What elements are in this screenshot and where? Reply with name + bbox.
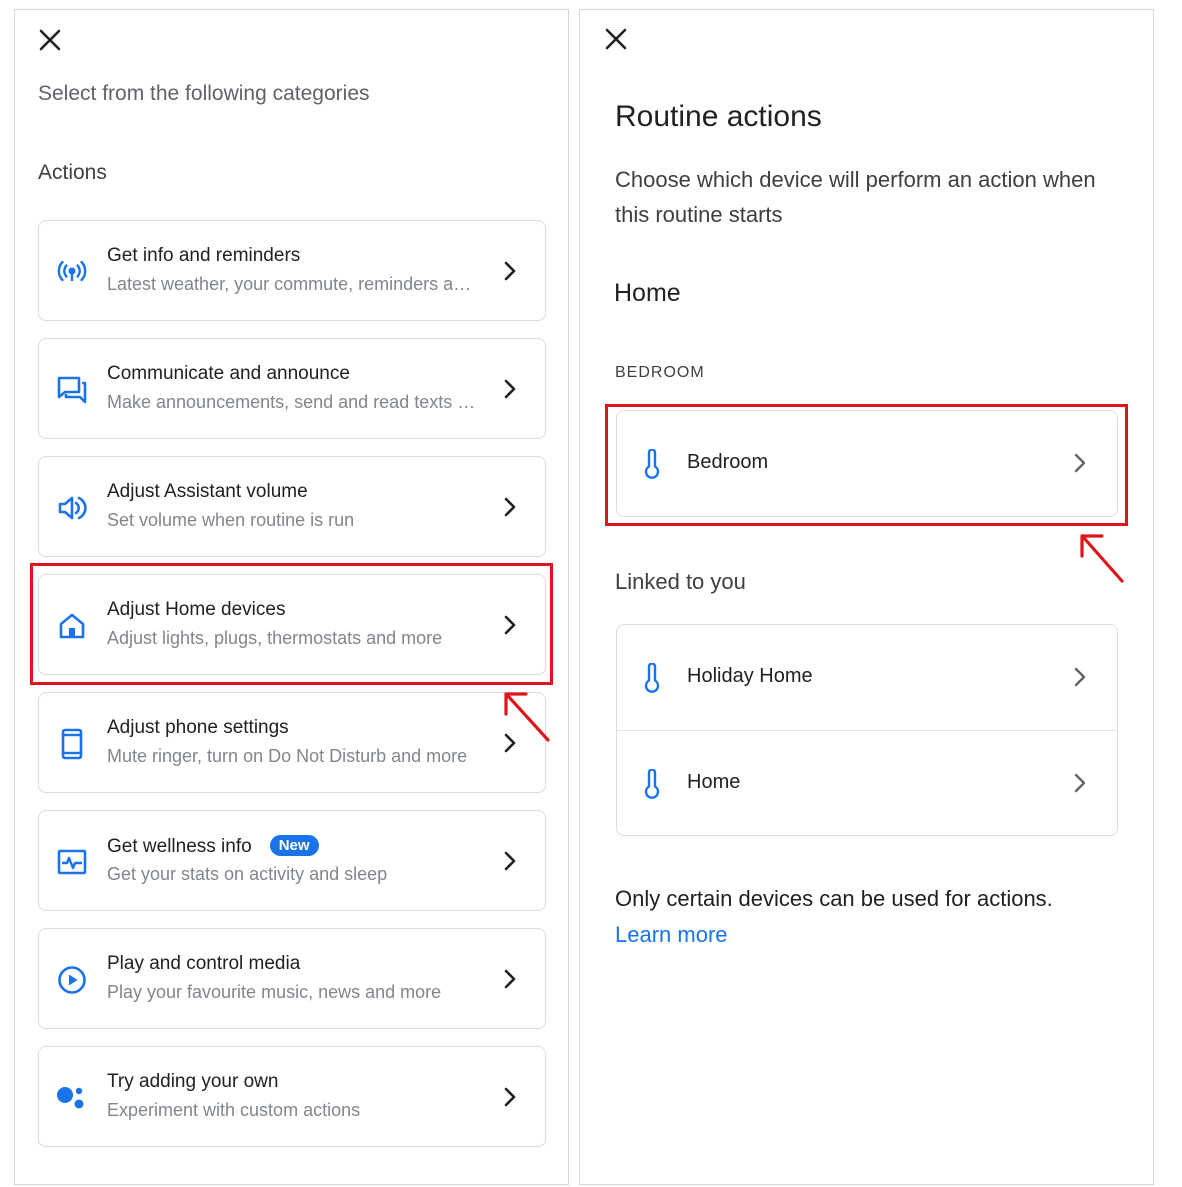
thermometer-icon (639, 769, 665, 799)
wellness-icon (55, 845, 89, 879)
page-title: Routine actions (615, 100, 822, 133)
phone-icon (55, 727, 89, 761)
routine-actions-panel: Routine actions Choose which device will… (579, 9, 1154, 1185)
new-badge: New (269, 835, 319, 856)
action-card-custom[interactable]: Try adding your own Experiment with cust… (38, 1046, 546, 1147)
thermometer-icon (639, 449, 665, 479)
close-button[interactable] (32, 22, 68, 58)
action-card-wellness[interactable]: Get wellness info New Get your stats on a… (38, 810, 546, 911)
chevron-right-icon (497, 494, 523, 520)
action-description: Experiment with custom actions (107, 1100, 361, 1120)
home-icon (55, 609, 89, 643)
learn-more-link[interactable]: Learn more (615, 922, 728, 948)
device-row-holiday-home[interactable]: Holiday Home (617, 625, 1117, 730)
chat-icon (55, 373, 89, 407)
chevron-right-icon (1067, 664, 1093, 690)
linked-device-list: Holiday Home Home (616, 624, 1118, 836)
chevron-right-icon (1067, 450, 1093, 476)
chevron-right-icon (497, 612, 523, 638)
chevron-right-icon (497, 258, 523, 284)
categories-panel: Select from the following categories Act… (14, 9, 569, 1185)
action-description: Adjust lights, plugs, thermostats and mo… (107, 628, 443, 648)
action-description: Get your stats on activity and sleep (107, 864, 388, 884)
device-row-bedroom[interactable]: Bedroom (617, 411, 1117, 516)
device-name: Home (687, 771, 741, 793)
device-name: Holiday Home (687, 665, 813, 687)
page-description: Choose which device will perform an acti… (615, 167, 1096, 227)
volume-icon (55, 491, 89, 525)
close-icon (39, 29, 61, 51)
chevron-right-icon (497, 1084, 523, 1110)
action-title: Get wellness info New (107, 835, 319, 858)
categories-subtitle: Select from the following categories (38, 82, 370, 105)
close-button[interactable] (598, 21, 634, 57)
action-title-text: Get wellness info (107, 836, 252, 857)
action-description: Latest weather, your commute, reminders … (107, 274, 477, 294)
thermometer-icon (639, 663, 665, 693)
action-card-volume[interactable]: Adjust Assistant volume Set volume when … (38, 456, 546, 557)
action-card-media[interactable]: Play and control media Play your favouri… (38, 928, 546, 1029)
action-title: Try adding your own (107, 1071, 279, 1092)
action-description: Mute ringer, turn on Do Not Disturb and … (107, 746, 468, 766)
devices-note: Only certain devices can be used for act… (615, 886, 1053, 911)
action-title: Communicate and announce (107, 363, 350, 384)
action-title: Adjust phone settings (107, 717, 289, 738)
action-title: Adjust Home devices (107, 599, 286, 620)
annotation-arrow-icon (504, 692, 550, 742)
device-name: Bedroom (687, 451, 769, 473)
annotation-arrow-icon (1080, 534, 1124, 583)
device-row-home[interactable]: Home (617, 730, 1117, 835)
action-description: Play your favourite music, news and more (107, 982, 442, 1002)
chevron-right-icon (497, 376, 523, 402)
action-description: Set volume when routine is run (107, 510, 355, 530)
action-card-phone-settings[interactable]: Adjust phone settings Mute ringer, turn … (38, 692, 546, 793)
action-title: Get info and reminders (107, 245, 301, 266)
actions-section-label: Actions (38, 161, 107, 184)
chevron-right-icon (497, 848, 523, 874)
broadcast-icon (55, 255, 89, 289)
chevron-right-icon (497, 966, 523, 992)
room-device-list: Bedroom (616, 410, 1118, 517)
linked-label: Linked to you (615, 569, 746, 594)
home-heading: Home (614, 279, 681, 307)
play-icon (55, 963, 89, 997)
action-title: Play and control media (107, 953, 301, 974)
action-card-home-devices[interactable]: Adjust Home devices Adjust lights, plugs… (38, 574, 546, 675)
action-card-communicate[interactable]: Communicate and announce Make announceme… (38, 338, 546, 439)
action-title: Adjust Assistant volume (107, 481, 308, 502)
action-card-get-info[interactable]: Get info and reminders Latest weather, y… (38, 220, 546, 321)
assistant-dots-icon (55, 1081, 89, 1115)
room-label: BEDROOM (615, 364, 705, 381)
action-description: Make announcements, send and read texts … (107, 392, 477, 412)
chevron-right-icon (1067, 770, 1093, 796)
close-icon (605, 28, 627, 50)
